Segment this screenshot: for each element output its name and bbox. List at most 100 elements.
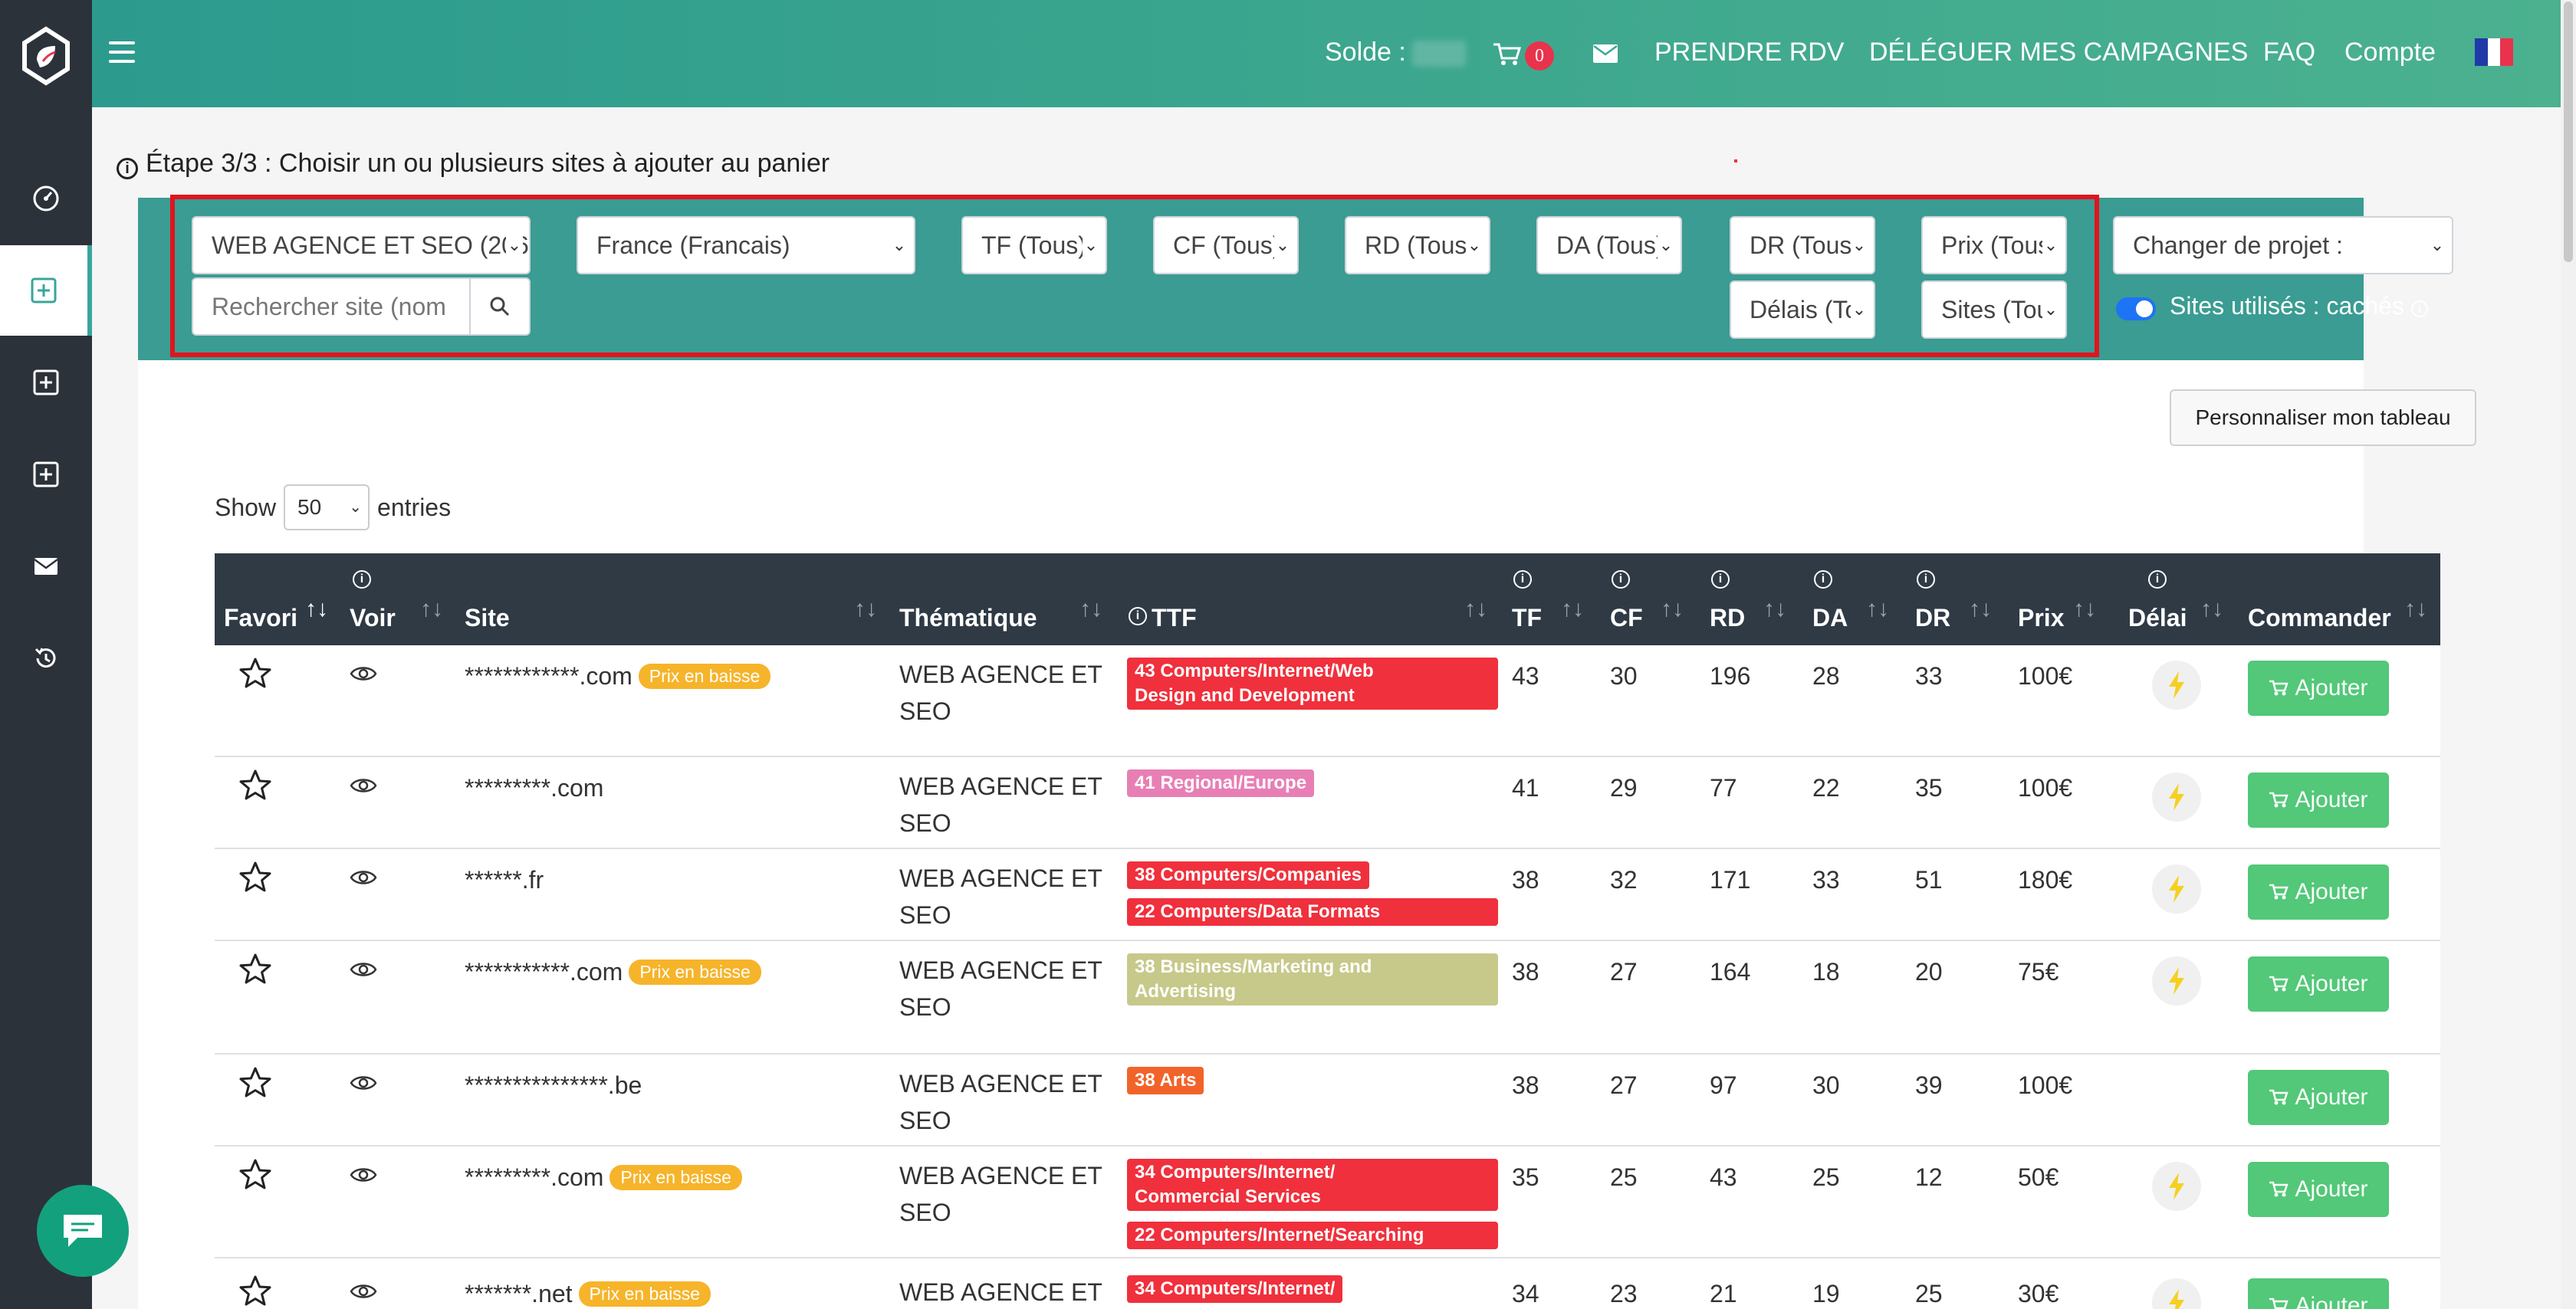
nav-prendre-rdv[interactable]: PRENDRE RDV: [1654, 37, 1844, 67]
sort-icon[interactable]: ↑↓: [2073, 596, 2096, 622]
col-favori[interactable]: Favori: [224, 604, 297, 632]
sidebar-item-add-active[interactable]: [0, 245, 92, 336]
add-button-label: Ajouter: [2295, 1084, 2368, 1110]
add-to-cart-button[interactable]: Ajouter: [2248, 864, 2389, 920]
app-logo-icon[interactable]: [20, 26, 72, 86]
sort-icon[interactable]: ↑↓: [1561, 596, 1584, 622]
thematique-cell: WEB AGENCE ET: [899, 1274, 1102, 1309]
col-voir[interactable]: Voir: [350, 604, 396, 632]
chat-button[interactable]: [37, 1185, 129, 1277]
cart-icon[interactable]: [1492, 41, 1523, 67]
lightning-icon: [2152, 864, 2201, 914]
site-name[interactable]: ***************.be: [465, 1071, 642, 1099]
rd-value: 77: [1710, 774, 1737, 802]
col-rd[interactable]: RD: [1710, 604, 1745, 632]
cart-icon: [2269, 1084, 2295, 1110]
info-icon[interactable]: i: [1711, 570, 1730, 589]
sort-icon[interactable]: ↑↓: [854, 596, 877, 622]
info-icon[interactable]: i: [1612, 570, 1630, 589]
page-scrollbar[interactable]: [2561, 0, 2576, 1309]
col-dr[interactable]: DR: [1915, 604, 1950, 632]
mail-icon[interactable]: [1593, 44, 1618, 63]
sidebar-item-history[interactable]: [0, 613, 92, 704]
add-to-cart-button[interactable]: Ajouter: [2248, 1070, 2389, 1125]
lightning-icon: [2152, 1162, 2201, 1211]
cf-value: 27: [1610, 1071, 1638, 1099]
site-name[interactable]: ************.com: [465, 662, 632, 690]
favorite-star-icon[interactable]: [238, 860, 273, 895]
view-eye-icon[interactable]: [350, 868, 377, 887]
col-ttf[interactable]: TTF: [1152, 604, 1197, 632]
sidebar-item-add-2[interactable]: [0, 337, 92, 428]
col-tf[interactable]: TF: [1512, 604, 1542, 632]
info-icon[interactable]: i: [1513, 570, 1532, 589]
sort-icon[interactable]: ↑↓: [1763, 596, 1786, 622]
entries-select[interactable]: 50 ⌄: [284, 484, 370, 530]
sort-icon[interactable]: ↑↓: [305, 596, 328, 622]
favorite-star-icon[interactable]: [238, 952, 273, 987]
favorite-star-icon[interactable]: [238, 1157, 273, 1193]
site-cell: ******.fr: [465, 866, 544, 894]
info-icon[interactable]: i: [353, 570, 371, 589]
col-commander[interactable]: Commander: [2248, 604, 2391, 632]
sort-icon[interactable]: ↑↓: [420, 596, 443, 622]
view-eye-icon[interactable]: [350, 1165, 377, 1185]
site-name[interactable]: ***********.com: [465, 958, 623, 986]
sidebar-item-dashboard[interactable]: [0, 153, 92, 244]
info-icon[interactable]: i: [2410, 300, 2428, 317]
sort-icon[interactable]: ↑↓: [1969, 596, 1992, 622]
site-name[interactable]: *********.com: [465, 774, 603, 802]
prix-value: 30€: [2018, 1280, 2059, 1307]
add-to-cart-button[interactable]: Ajouter: [2248, 1278, 2389, 1309]
sort-icon[interactable]: ↑↓: [1661, 596, 1684, 622]
nav-deleguer-campagnes[interactable]: DÉLÉGUER MES CAMPAGNES: [1869, 37, 2248, 67]
personalize-table-button[interactable]: Personnaliser mon tableau: [2170, 389, 2476, 446]
add-to-cart-button[interactable]: Ajouter: [2248, 1162, 2389, 1217]
nav-compte[interactable]: Compte: [2344, 37, 2436, 67]
add-to-cart-button[interactable]: Ajouter: [2248, 773, 2389, 828]
add-to-cart-button[interactable]: Ajouter: [2248, 956, 2389, 1012]
info-icon[interactable]: i: [1814, 570, 1832, 589]
view-eye-icon[interactable]: [350, 664, 377, 684]
cf-value: 30: [1610, 662, 1638, 690]
favorite-star-icon[interactable]: [238, 1065, 273, 1101]
col-thematique[interactable]: Thématique: [899, 604, 1037, 632]
site-name[interactable]: *******.net: [465, 1280, 573, 1307]
change-project-select[interactable]: Changer de projet : ⌄: [2113, 216, 2453, 274]
info-icon[interactable]: i: [2148, 570, 2167, 589]
col-delai[interactable]: Délai: [2128, 604, 2187, 632]
favorite-star-icon[interactable]: [238, 1274, 273, 1309]
used-sites-toggle[interactable]: [2116, 297, 2156, 320]
menu-toggle-icon[interactable]: [109, 41, 135, 63]
site-name[interactable]: *********.com: [465, 1163, 603, 1191]
sidebar-item-add-3[interactable]: [0, 429, 92, 520]
view-eye-icon[interactable]: [350, 1073, 377, 1093]
table-row: *********.com Prix en baisse WEB AGENCE ET…: [215, 1147, 2440, 1258]
thematique-line-1: WEB AGENCE ET: [899, 1278, 1102, 1306]
french-flag-icon[interactable]: [2475, 38, 2514, 66]
sort-icon[interactable]: ↑↓: [1866, 596, 1889, 622]
view-eye-icon[interactable]: [350, 960, 377, 979]
view-eye-icon[interactable]: [350, 1281, 377, 1301]
table-length-control: Show 50 ⌄ entries: [215, 484, 451, 530]
sort-icon[interactable]: ↑↓: [2404, 596, 2427, 622]
ttf-badge-line-1: 38 Arts: [1135, 1070, 1197, 1091]
nav-faq[interactable]: FAQ: [2263, 37, 2315, 67]
rd-value: 97: [1710, 1071, 1737, 1099]
sidebar-item-messages[interactable]: [0, 521, 92, 612]
sort-icon[interactable]: ↑↓: [1079, 596, 1102, 622]
favorite-star-icon[interactable]: [238, 768, 273, 803]
add-to-cart-button[interactable]: Ajouter: [2248, 661, 2389, 716]
col-prix[interactable]: Prix: [2018, 604, 2064, 632]
site-name[interactable]: ******.fr: [465, 866, 544, 894]
view-eye-icon[interactable]: [350, 776, 377, 796]
sort-icon[interactable]: ↑↓: [2200, 596, 2223, 622]
info-icon[interactable]: i: [1129, 607, 1147, 625]
col-da[interactable]: DA: [1812, 604, 1848, 632]
col-site[interactable]: Site: [465, 604, 510, 632]
info-icon[interactable]: i: [1917, 570, 1935, 589]
sort-icon[interactable]: ↑↓: [1464, 596, 1487, 622]
favorite-star-icon[interactable]: [238, 656, 273, 691]
col-cf[interactable]: CF: [1610, 604, 1643, 632]
ttf-badge-line-1: 38 Computers/Companies: [1135, 864, 1362, 885]
